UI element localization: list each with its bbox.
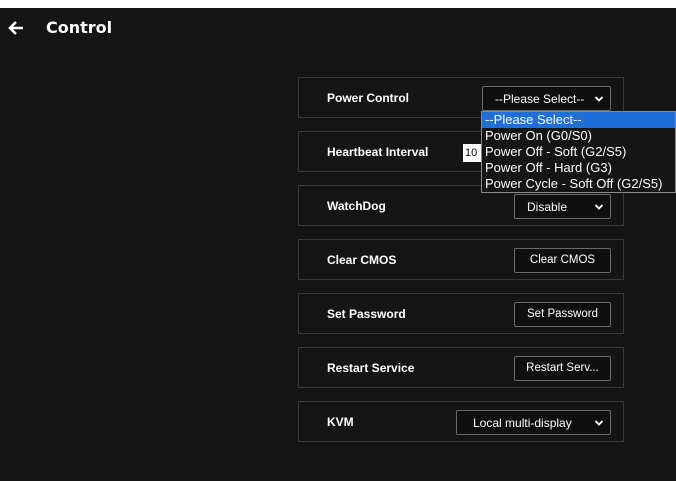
heartbeat-label: Heartbeat Interval — [327, 145, 429, 159]
power-control-dropdown: --Please Select-- Power On (G0/S0) Power… — [481, 111, 676, 193]
restart-service-label: Restart Service — [327, 361, 415, 375]
set-password-button[interactable]: Set Password — [514, 302, 611, 327]
watchdog-value: Disable — [527, 200, 568, 214]
restart-service-row: Restart Service Restart Serv... — [298, 347, 624, 388]
heartbeat-input[interactable]: 10 — [463, 144, 481, 162]
chevron-down-icon — [594, 420, 604, 426]
dropdown-option[interactable]: Power On (G0/S0) — [482, 128, 675, 144]
page-header: Control — [0, 8, 676, 46]
chevron-down-icon — [594, 96, 604, 102]
set-password-label: Set Password — [327, 307, 406, 321]
dropdown-option[interactable]: Power Off - Hard (G3) — [482, 160, 675, 176]
kvm-value: Local multi-display — [473, 416, 572, 430]
dropdown-option[interactable]: Power Off - Soft (G2/S5) — [482, 144, 675, 160]
dropdown-option[interactable]: Power Cycle - Soft Off (G2/S5) — [482, 176, 675, 192]
clear-cmos-row: Clear CMOS Clear CMOS — [298, 239, 624, 280]
power-control-select[interactable]: --Please Select-- — [482, 86, 611, 111]
dropdown-option[interactable]: --Please Select-- — [482, 112, 675, 128]
watchdog-label: WatchDog — [327, 199, 386, 213]
kvm-row: KVM Local multi-display — [298, 401, 624, 442]
power-control-label: Power Control — [327, 91, 410, 105]
arrow-left-icon[interactable] — [8, 20, 24, 36]
set-password-row: Set Password Set Password — [298, 293, 624, 334]
watchdog-select[interactable]: Disable — [514, 194, 611, 219]
power-control-value: --Please Select-- — [495, 92, 585, 106]
kvm-select[interactable]: Local multi-display — [456, 410, 611, 435]
kvm-label: KVM — [327, 415, 354, 429]
clear-cmos-button[interactable]: Clear CMOS — [514, 248, 611, 273]
restart-service-button[interactable]: Restart Serv... — [514, 356, 611, 381]
chevron-down-icon — [594, 204, 604, 210]
clear-cmos-label: Clear CMOS — [327, 253, 397, 267]
page-title: Control — [46, 18, 113, 37]
